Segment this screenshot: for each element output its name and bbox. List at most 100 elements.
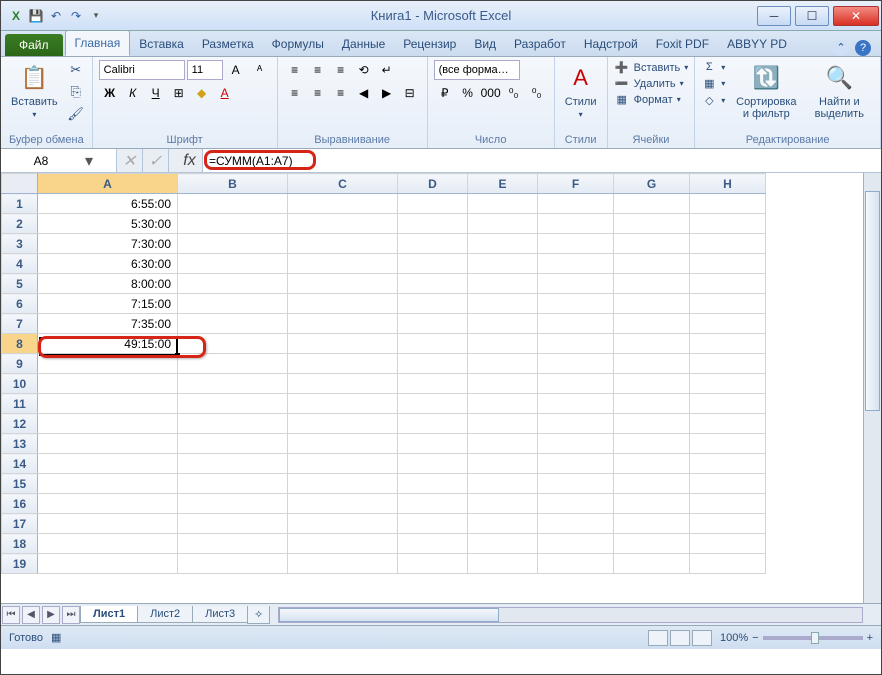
cell-B19[interactable] [178, 554, 288, 574]
cell-B16[interactable] [178, 494, 288, 514]
cell-E14[interactable] [468, 454, 538, 474]
cell-A7[interactable]: 7:35:00 [38, 314, 178, 334]
cell-A13[interactable] [38, 434, 178, 454]
cell-C19[interactable] [288, 554, 398, 574]
cell-F19[interactable] [538, 554, 614, 574]
cell-G16[interactable] [614, 494, 690, 514]
cell-F4[interactable] [538, 254, 614, 274]
row-header-14[interactable]: 14 [2, 454, 38, 474]
cell-G4[interactable] [614, 254, 690, 274]
cell-D1[interactable] [398, 194, 468, 214]
cell-A12[interactable] [38, 414, 178, 434]
cell-G13[interactable] [614, 434, 690, 454]
row-header-5[interactable]: 5 [2, 274, 38, 294]
cell-H1[interactable] [690, 194, 766, 214]
cell-H12[interactable] [690, 414, 766, 434]
name-box-dropdown-icon[interactable]: ▾ [81, 151, 97, 171]
row-header-18[interactable]: 18 [2, 534, 38, 554]
cell-G14[interactable] [614, 454, 690, 474]
cell-G3[interactable] [614, 234, 690, 254]
zoom-level[interactable]: 100% [720, 632, 748, 644]
scroll-thumb[interactable] [865, 191, 880, 411]
cell-C9[interactable] [288, 354, 398, 374]
tab-review[interactable]: Рецензир [394, 32, 465, 56]
cell-F6[interactable] [538, 294, 614, 314]
wrap-text-icon[interactable]: ↵ [376, 60, 398, 80]
row-header-17[interactable]: 17 [2, 514, 38, 534]
cell-D2[interactable] [398, 214, 468, 234]
align-bottom-icon[interactable]: ≡ [330, 60, 352, 80]
cell-A14[interactable] [38, 454, 178, 474]
cell-G19[interactable] [614, 554, 690, 574]
cell-F9[interactable] [538, 354, 614, 374]
cell-B8[interactable] [178, 334, 288, 354]
cell-H16[interactable] [690, 494, 766, 514]
grow-font-icon[interactable]: A [225, 60, 247, 80]
normal-view-icon[interactable] [648, 630, 668, 646]
col-header-g[interactable]: G [614, 174, 690, 194]
cell-E8[interactable] [468, 334, 538, 354]
row-header-1[interactable]: 1 [2, 194, 38, 214]
cell-H18[interactable] [690, 534, 766, 554]
clear-button[interactable]: ◇▾ [701, 93, 725, 108]
cell-D19[interactable] [398, 554, 468, 574]
col-header-c[interactable]: C [288, 174, 398, 194]
page-break-view-icon[interactable] [692, 630, 712, 646]
font-size-combo[interactable]: 11 [187, 60, 223, 80]
cell-G5[interactable] [614, 274, 690, 294]
cell-C18[interactable] [288, 534, 398, 554]
font-color-button[interactable]: A [214, 83, 236, 103]
percent-icon[interactable]: % [457, 83, 479, 103]
cell-D15[interactable] [398, 474, 468, 494]
sheet-tab-3[interactable]: Лист3 [192, 606, 248, 623]
cell-D11[interactable] [398, 394, 468, 414]
number-format-combo[interactable]: (все форма… [434, 60, 520, 80]
cell-B14[interactable] [178, 454, 288, 474]
sheet-tab-2[interactable]: Лист2 [137, 606, 193, 623]
cell-C16[interactable] [288, 494, 398, 514]
fill-color-button[interactable]: ◆ [191, 83, 213, 103]
cell-B4[interactable] [178, 254, 288, 274]
tab-developer[interactable]: Разработ [505, 32, 575, 56]
cell-F10[interactable] [538, 374, 614, 394]
cell-F14[interactable] [538, 454, 614, 474]
cell-A10[interactable] [38, 374, 178, 394]
decrease-indent-icon[interactable]: ◀ [353, 83, 375, 103]
col-header-a[interactable]: A [38, 174, 178, 194]
cell-D5[interactable] [398, 274, 468, 294]
tab-layout[interactable]: Разметка [193, 32, 263, 56]
cell-B11[interactable] [178, 394, 288, 414]
autosum-button[interactable]: Σ▾ [701, 60, 725, 74]
delete-cells-button[interactable]: ➖Удалить▾ [614, 76, 684, 91]
cell-H13[interactable] [690, 434, 766, 454]
cell-B5[interactable] [178, 274, 288, 294]
comma-icon[interactable]: 000 [480, 83, 502, 103]
scroll-thumb[interactable] [279, 608, 499, 622]
sheet-nav-prev-icon[interactable]: ◀ [22, 606, 40, 624]
cell-E7[interactable] [468, 314, 538, 334]
cell-F18[interactable] [538, 534, 614, 554]
cell-H19[interactable] [690, 554, 766, 574]
maximize-button[interactable]: ☐ [795, 6, 829, 26]
row-header-19[interactable]: 19 [2, 554, 38, 574]
row-header-3[interactable]: 3 [2, 234, 38, 254]
cell-A11[interactable] [38, 394, 178, 414]
cell-C15[interactable] [288, 474, 398, 494]
cell-F11[interactable] [538, 394, 614, 414]
cell-C12[interactable] [288, 414, 398, 434]
cell-C4[interactable] [288, 254, 398, 274]
save-icon[interactable]: 💾 [27, 7, 45, 25]
cell-G12[interactable] [614, 414, 690, 434]
cell-C8[interactable] [288, 334, 398, 354]
cell-B17[interactable] [178, 514, 288, 534]
cell-E9[interactable] [468, 354, 538, 374]
cell-H6[interactable] [690, 294, 766, 314]
col-header-d[interactable]: D [398, 174, 468, 194]
border-button[interactable]: ⊞ [168, 83, 190, 103]
vertical-scrollbar[interactable] [863, 173, 881, 603]
cell-D12[interactable] [398, 414, 468, 434]
sheet-tab-1[interactable]: Лист1 [80, 606, 138, 623]
cell-E4[interactable] [468, 254, 538, 274]
cell-E10[interactable] [468, 374, 538, 394]
increase-indent-icon[interactable]: ▶ [376, 83, 398, 103]
